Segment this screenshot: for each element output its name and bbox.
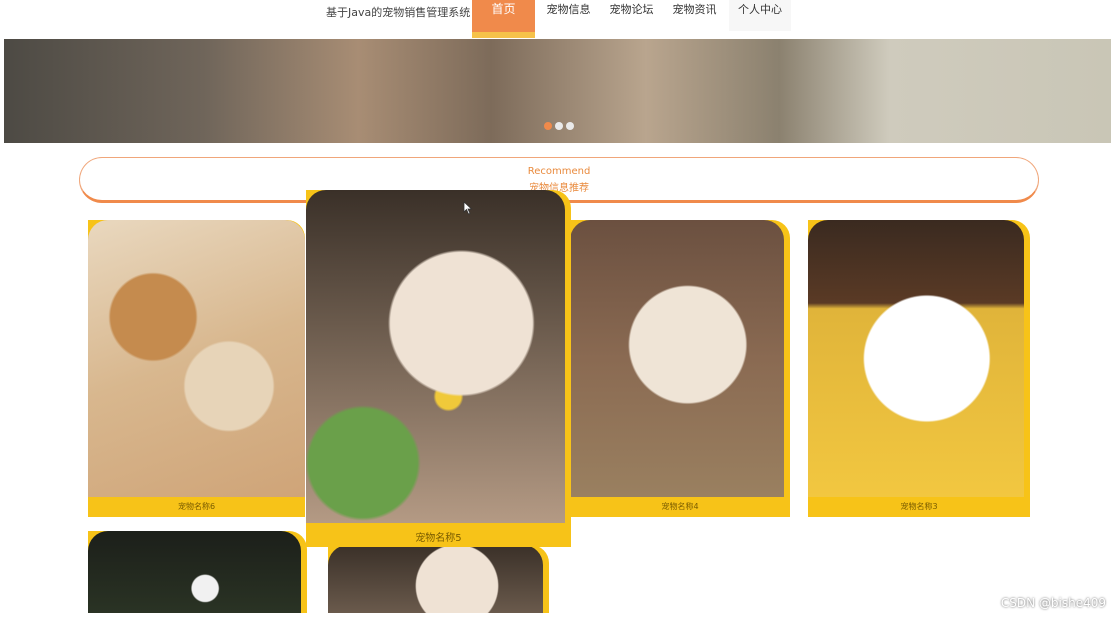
pet-card[interactable]: 宠物名称3 [808,220,1030,517]
pet-card[interactable] [328,545,549,613]
pet-card[interactable] [88,531,307,613]
carousel-dot-3[interactable] [566,122,574,130]
nav-user-center[interactable]: 个人中心 [729,0,791,31]
site-title: 基于Java的宠物销售管理系统 [326,6,471,19]
carousel-dot-2[interactable] [555,122,563,130]
pet-name[interactable]: 宠物名称4 [570,501,790,512]
pet-photo[interactable] [88,531,301,613]
carousel-dot-1[interactable] [544,122,552,130]
pet-photo[interactable] [306,190,565,523]
pet-card-hovered[interactable]: 宠物名称5 [306,190,571,547]
nav-home[interactable]: 首页 [472,0,535,38]
pet-name[interactable]: 宠物名称6 [88,501,305,512]
nav-pet-info[interactable]: 宠物信息 [540,0,597,31]
pet-photo[interactable] [328,545,543,613]
pet-photo[interactable] [88,220,305,497]
mouse-cursor-icon [463,201,473,215]
recommend-title-en: Recommend [527,166,591,177]
pet-photo[interactable] [570,220,784,497]
nav-pet-forum[interactable]: 宠物论坛 [603,0,660,31]
pet-card[interactable]: 宠物名称6 [88,220,305,517]
carousel-indicators [544,122,574,130]
pet-name[interactable]: 宠物名称3 [808,501,1030,512]
pet-photo[interactable] [808,220,1024,497]
pet-card[interactable]: 宠物名称4 [570,220,790,517]
pet-name[interactable]: 宠物名称5 [306,529,571,544]
watermark: CSDN @bishe409 [1000,596,1106,610]
nav-pet-news[interactable]: 宠物资讯 [666,0,723,31]
